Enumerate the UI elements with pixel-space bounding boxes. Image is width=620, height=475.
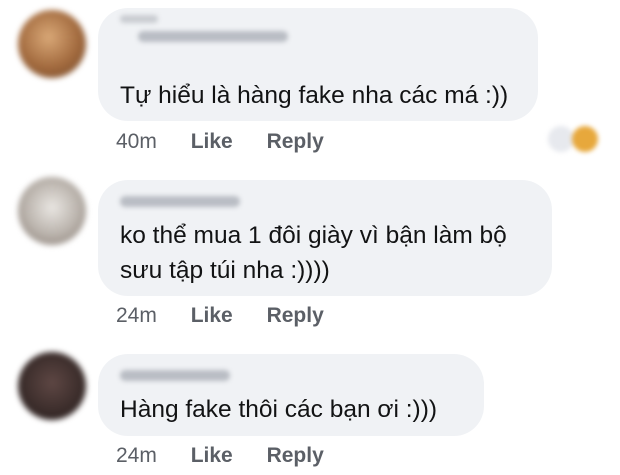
reaction-icon [572, 126, 598, 152]
avatar[interactable] [18, 10, 86, 78]
comment-text-line-2: sưu tập túi nha :)))) [120, 257, 330, 284]
comment-text-line-1: ko thể mua 1 đôi giày vì bận làm bộ [120, 222, 507, 249]
blurred-author-name[interactable] [120, 370, 230, 381]
comment-bubble: ko thể mua 1 đôi giày vì bận làm bộ sưu … [98, 180, 552, 296]
comment-actions: 24m Like Reply [116, 444, 352, 468]
timestamp[interactable]: 24m [116, 304, 157, 328]
reaction-icon [548, 126, 574, 152]
comment-bubble: Tự hiểu là hàng fake nha các má :)) [98, 8, 538, 121]
comment-thread: Tự hiểu là hàng fake nha các má :)) 40m … [0, 0, 620, 475]
comment-bubble: Hàng fake thôi các bạn ơi :))) [98, 354, 484, 436]
reply-button[interactable]: Reply [267, 304, 324, 328]
timestamp[interactable]: 24m [116, 444, 157, 468]
comment-text: Hàng fake thôi các bạn ơi :))) [120, 396, 438, 423]
like-button[interactable]: Like [191, 304, 233, 328]
like-button[interactable]: Like [191, 444, 233, 468]
comment-text: Tự hiểu là hàng fake nha các má :)) [120, 82, 509, 109]
reply-button[interactable]: Reply [267, 130, 324, 154]
avatar[interactable] [18, 177, 86, 245]
avatar[interactable] [18, 352, 86, 420]
reaction-icons[interactable] [542, 122, 612, 156]
like-button[interactable]: Like [191, 130, 233, 154]
blurred-meta [120, 15, 158, 23]
blurred-author-name[interactable] [120, 196, 240, 207]
comment-actions: 24m Like Reply [116, 304, 352, 328]
blurred-author-name[interactable] [138, 31, 288, 42]
comment-actions: 40m Like Reply [116, 130, 352, 154]
timestamp[interactable]: 40m [116, 130, 157, 154]
reply-button[interactable]: Reply [267, 444, 324, 468]
